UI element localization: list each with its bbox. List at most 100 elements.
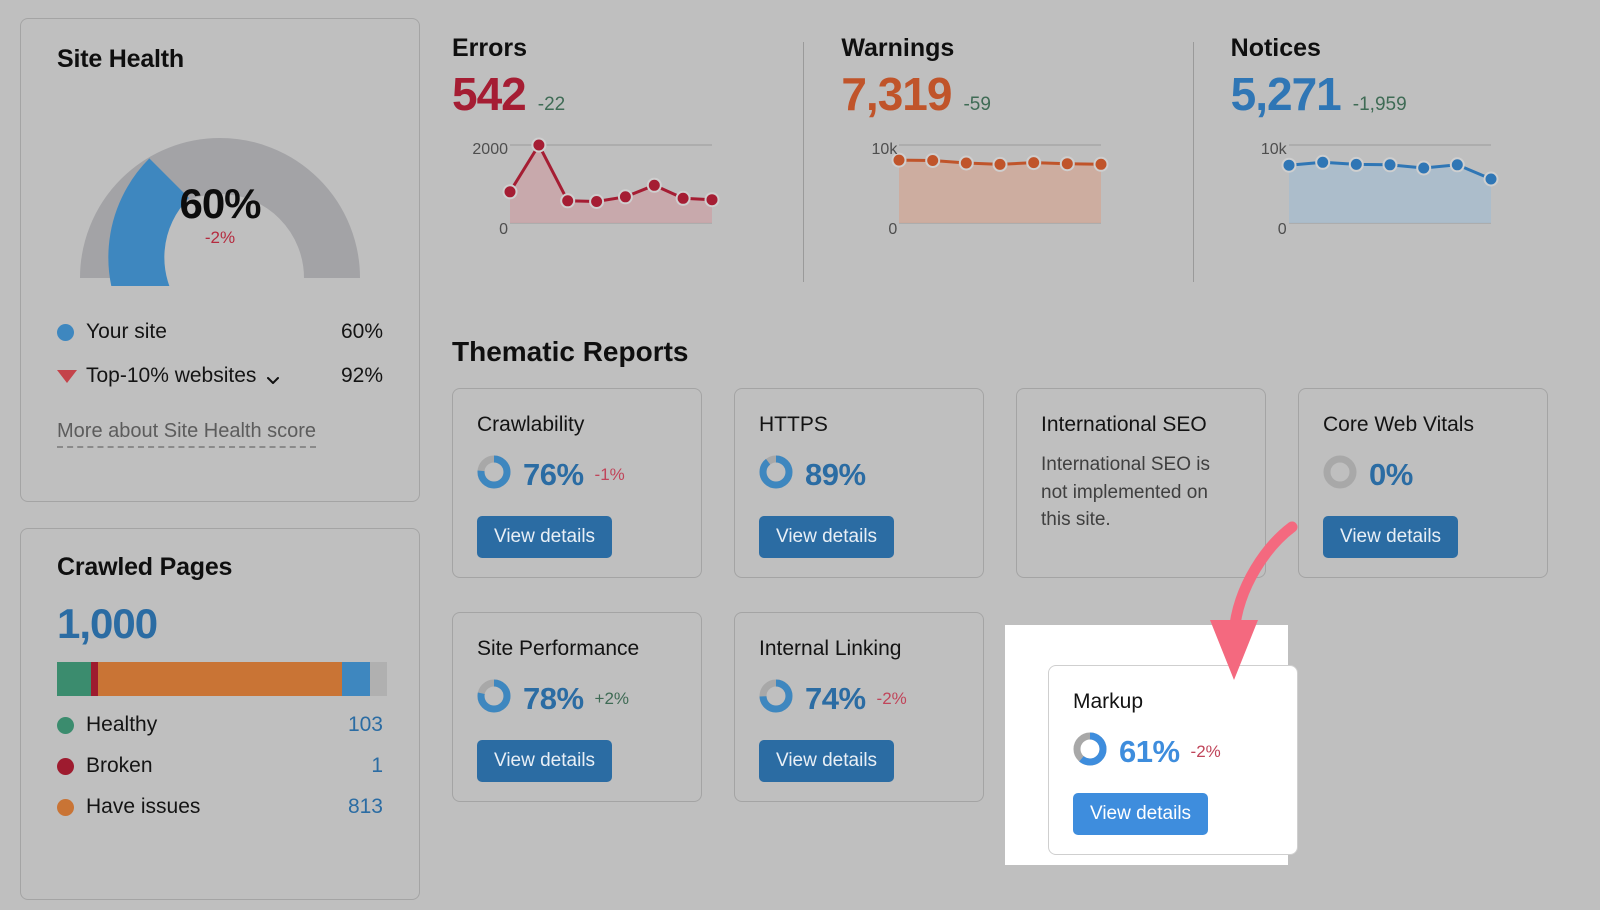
metric-value: 542 bbox=[452, 68, 527, 120]
metric-delta: -59 bbox=[963, 94, 991, 115]
view-details-button[interactable]: View details bbox=[759, 516, 895, 558]
card-title: HTTPS bbox=[759, 413, 828, 436]
card-percent: 78% bbox=[523, 680, 584, 716]
crawled-pages-title: Crawled Pages bbox=[57, 553, 233, 581]
more-about-site-health-link[interactable]: More about Site Health score bbox=[57, 420, 317, 448]
card-metric: 89% bbox=[759, 455, 959, 494]
metric-card-warnings: Warnings 7,319 -59 10k 0 bbox=[803, 34, 1192, 296]
metric-title: Warnings bbox=[841, 34, 955, 62]
site-health-score: 60% bbox=[179, 180, 261, 227]
left-column: Site Health 60% -2% Your site 60% Top-10… bbox=[20, 18, 420, 900]
metric-card-notices: Notices 5,271 -1,959 10k 0 bbox=[1192, 34, 1582, 296]
legend-label-your-site: Your site bbox=[86, 320, 167, 343]
progress-donut-icon bbox=[477, 679, 511, 718]
site-health-title: Site Health bbox=[57, 45, 184, 73]
card-percent: 74% bbox=[805, 680, 866, 716]
card-metric: 78% +2% bbox=[477, 679, 677, 718]
progress-donut-icon bbox=[1323, 455, 1357, 494]
axis-label-top: 10k bbox=[871, 141, 898, 158]
thematic-card-internal-linking[interactable]: Internal Linking 74% -2% View details bbox=[734, 612, 984, 802]
legend-row-your-site: Your site 60% bbox=[57, 320, 383, 344]
thematic-card-markup[interactable]: Markup 61% -2% View details bbox=[1048, 665, 1298, 855]
card-metric-markup: 61% -2% bbox=[1073, 732, 1273, 771]
card-percent: 0% bbox=[1369, 456, 1413, 492]
progress-donut-icon bbox=[759, 455, 793, 494]
site-health-panel: Site Health 60% -2% Your site 60% Top-10… bbox=[20, 18, 420, 502]
card-delta: -2% bbox=[876, 688, 907, 708]
status-dot-icon bbox=[57, 757, 74, 775]
crawled-pages-stacked-bar bbox=[57, 662, 387, 696]
site-audit-overview: Site Health 60% -2% Your site 60% Top-10… bbox=[0, 0, 1600, 910]
crawled-label: Have issues bbox=[86, 795, 201, 818]
chevron-down-icon[interactable] bbox=[266, 369, 280, 384]
crawled-pages-total: 1,000 bbox=[57, 600, 158, 647]
status-dot-icon bbox=[57, 798, 74, 816]
card-metric: 74% -2% bbox=[759, 679, 959, 718]
view-details-button[interactable]: View details bbox=[477, 516, 613, 558]
metric-sparkline: 2000 0 bbox=[452, 133, 785, 243]
card-delta-markup: -2% bbox=[1190, 741, 1221, 761]
card-metric: 0% bbox=[1323, 455, 1523, 494]
thematic-card-crawlability[interactable]: Crawlability 76% -1% View details bbox=[452, 388, 702, 578]
metric-sparkline: 10k 0 bbox=[841, 133, 1174, 243]
your-site-dot-icon bbox=[57, 323, 74, 341]
crawled-pages-row: Healthy 103 bbox=[57, 713, 383, 737]
card-delta: -1% bbox=[594, 464, 625, 484]
metric-value: 5,271 bbox=[1230, 68, 1342, 120]
crawled-value[interactable]: 813 bbox=[348, 795, 383, 819]
crawled-pages-row: Have issues 813 bbox=[57, 795, 383, 819]
view-details-button-markup[interactable]: View details bbox=[1073, 793, 1209, 835]
benchmark-triangle-icon bbox=[57, 369, 77, 383]
card-title-markup: Markup bbox=[1073, 690, 1144, 713]
bar-segment-redirects bbox=[341, 662, 371, 696]
thematic-reports-title: Thematic Reports bbox=[452, 336, 689, 367]
thematic-card-core-web-vitals[interactable]: Core Web Vitals 0% View details bbox=[1298, 388, 1548, 578]
card-note: International SEO is not implemented on … bbox=[1041, 454, 1210, 531]
axis-label-bottom: 0 bbox=[888, 221, 898, 238]
metric-number-row: 7,319 -59 bbox=[841, 67, 1174, 121]
thematic-card-site-performance[interactable]: Site Performance 78% +2% View details bbox=[452, 612, 702, 802]
spotlight-overlay: Markup 61% -2% View details bbox=[1005, 625, 1298, 865]
bar-segment-healthy bbox=[57, 662, 91, 696]
card-title: Internal Linking bbox=[759, 637, 902, 660]
metric-sparkline: 10k 0 bbox=[1231, 133, 1564, 243]
metric-card-errors: Errors 542 -22 2000 0 bbox=[452, 34, 803, 296]
card-percent: 89% bbox=[805, 456, 866, 492]
crawled-pages-legend: Healthy 103 Broken 1 Have issues 813 bbox=[57, 713, 383, 819]
metric-title: Notices bbox=[1230, 34, 1321, 62]
metric-number-row: 5,271 -1,959 bbox=[1231, 67, 1564, 121]
card-percent-markup: 61% bbox=[1119, 733, 1180, 769]
card-percent: 76% bbox=[523, 456, 584, 492]
crawled-pages-row: Broken 1 bbox=[57, 754, 383, 778]
site-health-gauge: 60% -2% bbox=[70, 96, 370, 398]
crawled-value[interactable]: 103 bbox=[348, 713, 383, 737]
progress-donut-icon bbox=[759, 679, 793, 718]
legend-label-benchmark: Top-10% websites bbox=[86, 364, 257, 387]
crawled-pages-panel: Crawled Pages 1,000 Healthy 103 Broken 1 Hav… bbox=[20, 528, 420, 900]
card-title: Site Performance bbox=[477, 637, 640, 660]
crawled-value[interactable]: 1 bbox=[371, 754, 383, 778]
view-details-button[interactable]: View details bbox=[477, 740, 613, 782]
legend-value-benchmark: 92% bbox=[340, 364, 383, 387]
progress-donut-icon bbox=[1073, 732, 1107, 771]
view-details-button[interactable]: View details bbox=[759, 740, 895, 782]
thematic-card-international-seo[interactable]: International SEO International SEO is no… bbox=[1016, 388, 1266, 578]
axis-label-bottom: 0 bbox=[499, 221, 508, 238]
bar-segment-broken bbox=[90, 662, 98, 696]
legend-value-your-site: 60% bbox=[340, 320, 383, 343]
card-title: Core Web Vitals bbox=[1323, 413, 1474, 436]
metric-delta: -1,959 bbox=[1352, 94, 1407, 115]
card-title: Crawlability bbox=[477, 413, 585, 436]
metric-divider bbox=[1192, 42, 1194, 282]
legend-row-benchmark[interactable]: Top-10% websites 92% bbox=[57, 364, 383, 388]
metric-delta: -22 bbox=[537, 94, 566, 115]
thematic-card-https[interactable]: HTTPS 89% View details bbox=[734, 388, 984, 578]
metrics-row: Errors 542 -22 2000 0 Warnings 7,319 -59… bbox=[452, 34, 1582, 296]
axis-label-top: 2000 bbox=[472, 141, 508, 158]
status-dot-icon bbox=[57, 716, 74, 734]
progress-donut-icon bbox=[477, 455, 511, 494]
view-details-button[interactable]: View details bbox=[1323, 516, 1459, 558]
metric-value: 7,319 bbox=[841, 68, 952, 120]
card-delta: +2% bbox=[594, 688, 630, 708]
crawled-label: Healthy bbox=[86, 713, 158, 736]
